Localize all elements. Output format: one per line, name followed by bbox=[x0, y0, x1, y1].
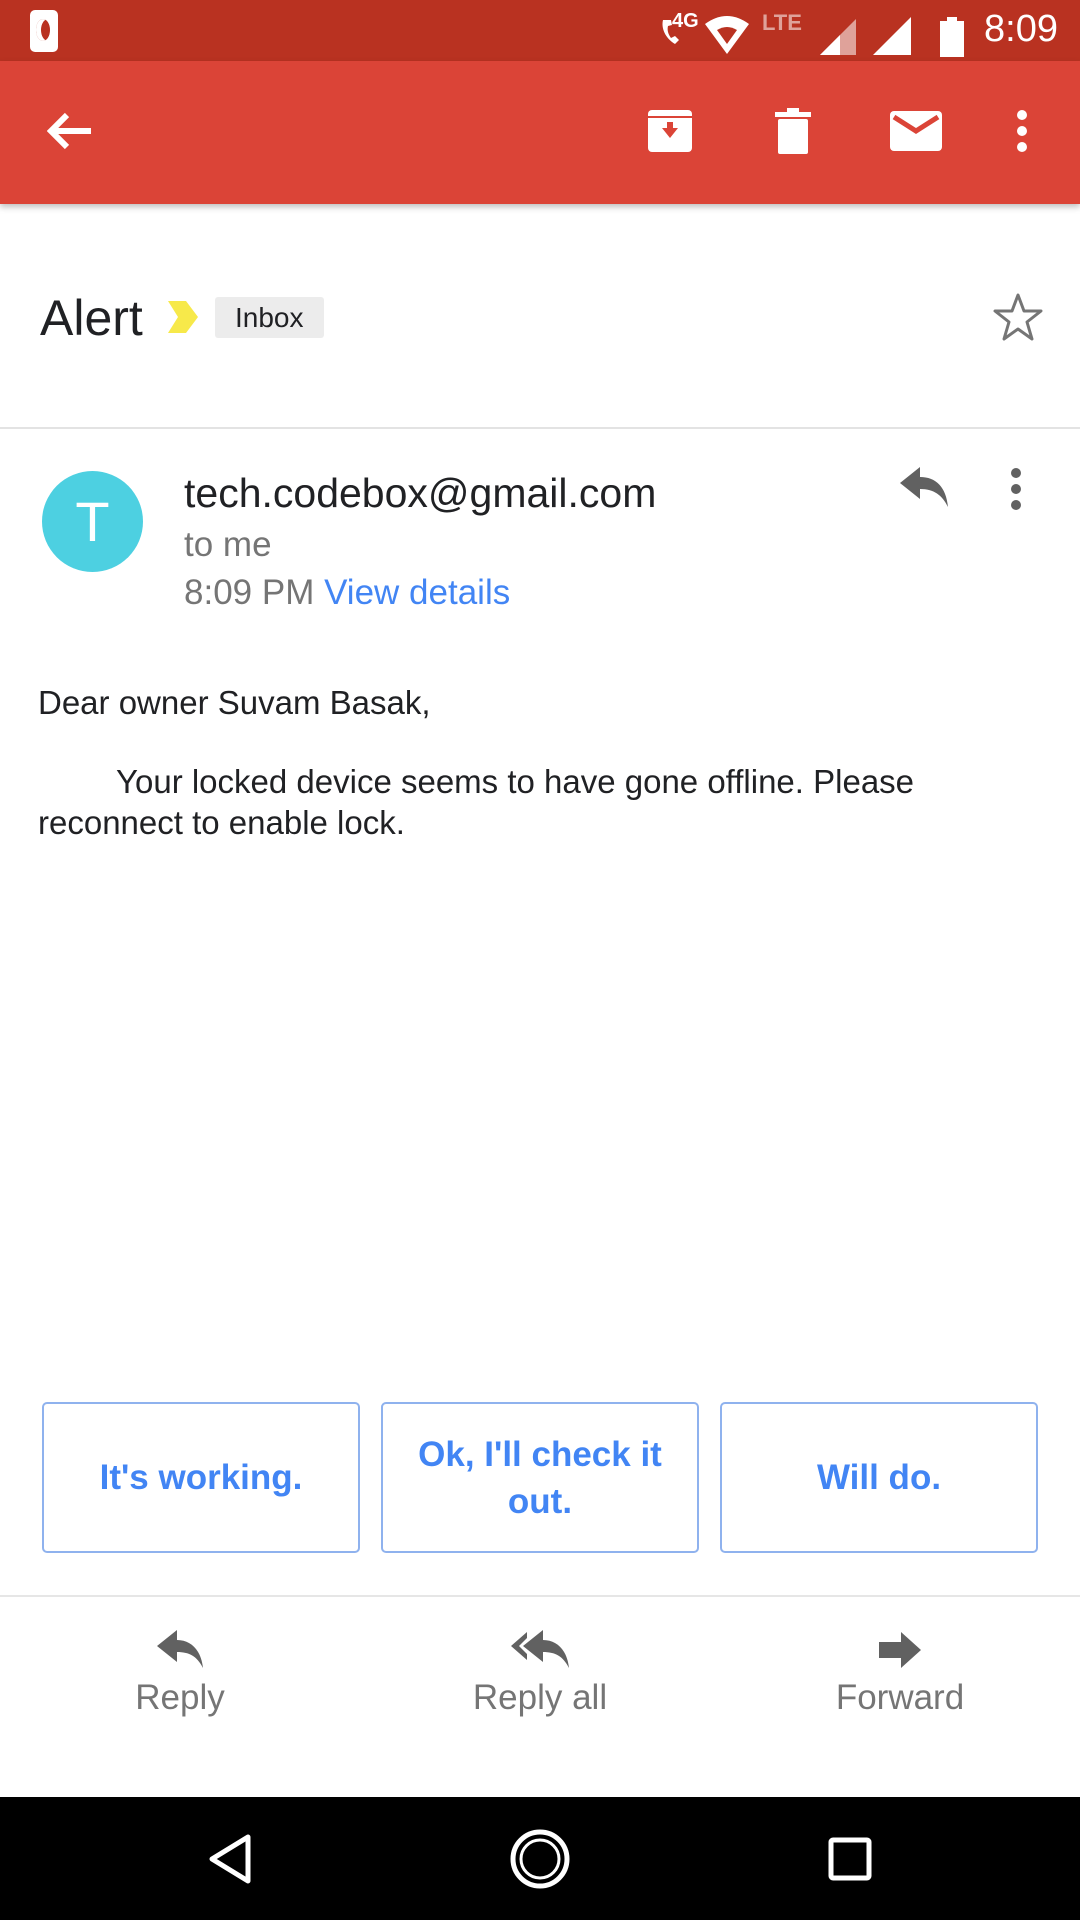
reply-label: Reply bbox=[135, 1678, 225, 1717]
app-bar bbox=[0, 61, 1080, 204]
more-vert-icon bbox=[1017, 110, 1027, 152]
arrow-back-icon bbox=[47, 112, 91, 150]
reply-icon[interactable] bbox=[898, 467, 950, 509]
forward-icon bbox=[879, 1632, 921, 1668]
network-4g-label: 4G bbox=[672, 10, 699, 32]
sender-email[interactable]: tech.codebox@gmail.com bbox=[184, 470, 656, 517]
nav-home-button[interactable] bbox=[500, 1819, 580, 1899]
nav-recents-icon bbox=[828, 1837, 872, 1881]
reply-all-button[interactable]: Reply all bbox=[420, 1630, 660, 1770]
label-chip-inbox[interactable]: Inbox bbox=[215, 297, 324, 338]
more-options-button[interactable] bbox=[1002, 101, 1042, 161]
more-vert-icon[interactable] bbox=[1010, 467, 1022, 511]
nav-home-icon bbox=[510, 1829, 570, 1889]
reply-all-icon bbox=[511, 1630, 569, 1668]
reply-all-label: Reply all bbox=[472, 1678, 608, 1717]
smart-reply-1[interactable]: It's working. bbox=[42, 1402, 360, 1553]
reply-icon bbox=[157, 1630, 203, 1668]
body-paragraph: Your locked device seems to have gone of… bbox=[38, 763, 915, 841]
message-meta: 8:09 PM View details bbox=[184, 573, 510, 613]
signal-weak-icon bbox=[820, 19, 856, 55]
email-subject: Alert bbox=[40, 290, 143, 346]
nav-recents-button[interactable] bbox=[810, 1819, 890, 1899]
nav-back-button[interactable] bbox=[190, 1819, 270, 1899]
nav-back-icon bbox=[209, 1834, 251, 1884]
importance-marker-icon[interactable] bbox=[166, 299, 200, 335]
network-lte-label: LTE bbox=[762, 10, 802, 35]
delete-icon bbox=[775, 108, 811, 154]
star-icon[interactable] bbox=[992, 292, 1044, 342]
forward-button[interactable]: Forward bbox=[780, 1630, 1020, 1770]
divider bbox=[0, 427, 1080, 429]
forward-label: Forward bbox=[835, 1678, 965, 1717]
recipient-label: to me bbox=[184, 525, 272, 564]
archive-icon bbox=[648, 110, 692, 152]
smart-reply-2[interactable]: Ok, I'll check it out. bbox=[381, 1402, 699, 1553]
smart-reply-3[interactable]: Will do. bbox=[720, 1402, 1038, 1553]
wifi-icon bbox=[705, 16, 749, 54]
delete-button[interactable] bbox=[763, 101, 823, 161]
navigation-bar bbox=[0, 1797, 1080, 1920]
mark-unread-button[interactable] bbox=[886, 101, 946, 161]
status-bar: 4G LTE 8:09 bbox=[0, 0, 1080, 61]
archive-button[interactable] bbox=[640, 101, 700, 161]
divider bbox=[0, 1595, 1080, 1597]
signal-strong-icon bbox=[873, 17, 911, 55]
email-body: Dear owner Suvam Basak, Your locked devi… bbox=[38, 682, 1048, 843]
avatar[interactable]: T bbox=[42, 471, 143, 572]
message-time: 8:09 PM bbox=[184, 573, 315, 612]
body-greeting: Dear owner Suvam Basak, bbox=[38, 684, 431, 721]
back-button[interactable] bbox=[40, 101, 100, 161]
mark-unread-icon bbox=[890, 111, 942, 151]
moon-icon bbox=[36, 19, 50, 41]
reply-button[interactable]: Reply bbox=[60, 1630, 300, 1770]
clock: 8:09 bbox=[984, 8, 1058, 50]
battery-icon bbox=[940, 17, 964, 57]
view-details-link[interactable]: View details bbox=[324, 573, 510, 612]
